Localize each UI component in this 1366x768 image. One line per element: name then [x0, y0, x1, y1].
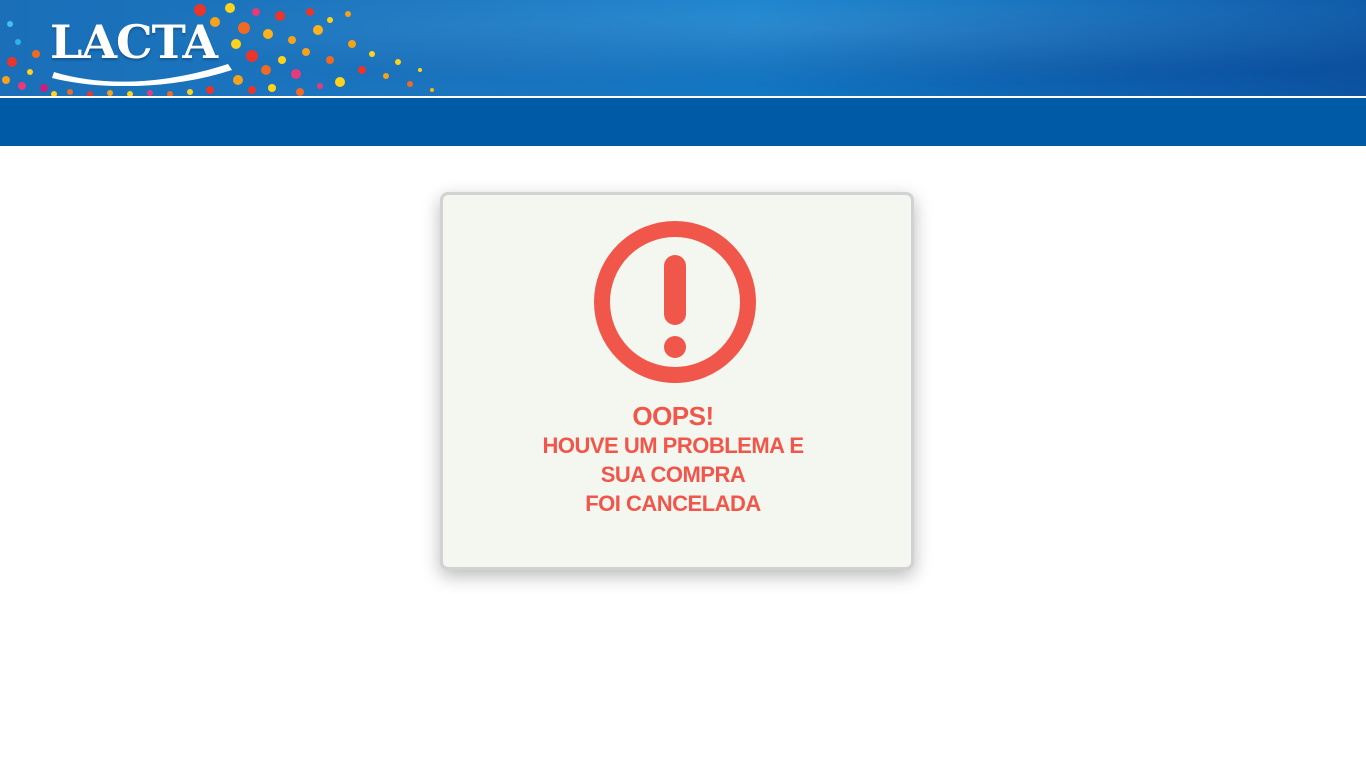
error-card: OOPS! HOUVE UM PROBLEMA E SUA COMPRA FOI…	[440, 192, 914, 570]
exclamation-circle-icon	[594, 221, 756, 383]
logo-swoosh-icon	[52, 64, 232, 86]
site-header: LACTA	[0, 0, 1366, 96]
error-message-line: SUA COMPRA	[600, 462, 746, 487]
error-message-line: FOI CANCELADA	[585, 491, 761, 516]
main-content: OOPS! HOUVE UM PROBLEMA E SUA COMPRA FOI…	[0, 146, 1366, 768]
error-message-line: HOUVE UM PROBLEMA E	[542, 433, 804, 458]
error-title: OOPS!	[632, 401, 714, 431]
error-message: OOPS! HOUVE UM PROBLEMA E SUA COMPRA FOI…	[443, 401, 903, 518]
nav-bar	[0, 98, 1366, 146]
lacta-logo[interactable]: LACTA	[50, 16, 235, 86]
